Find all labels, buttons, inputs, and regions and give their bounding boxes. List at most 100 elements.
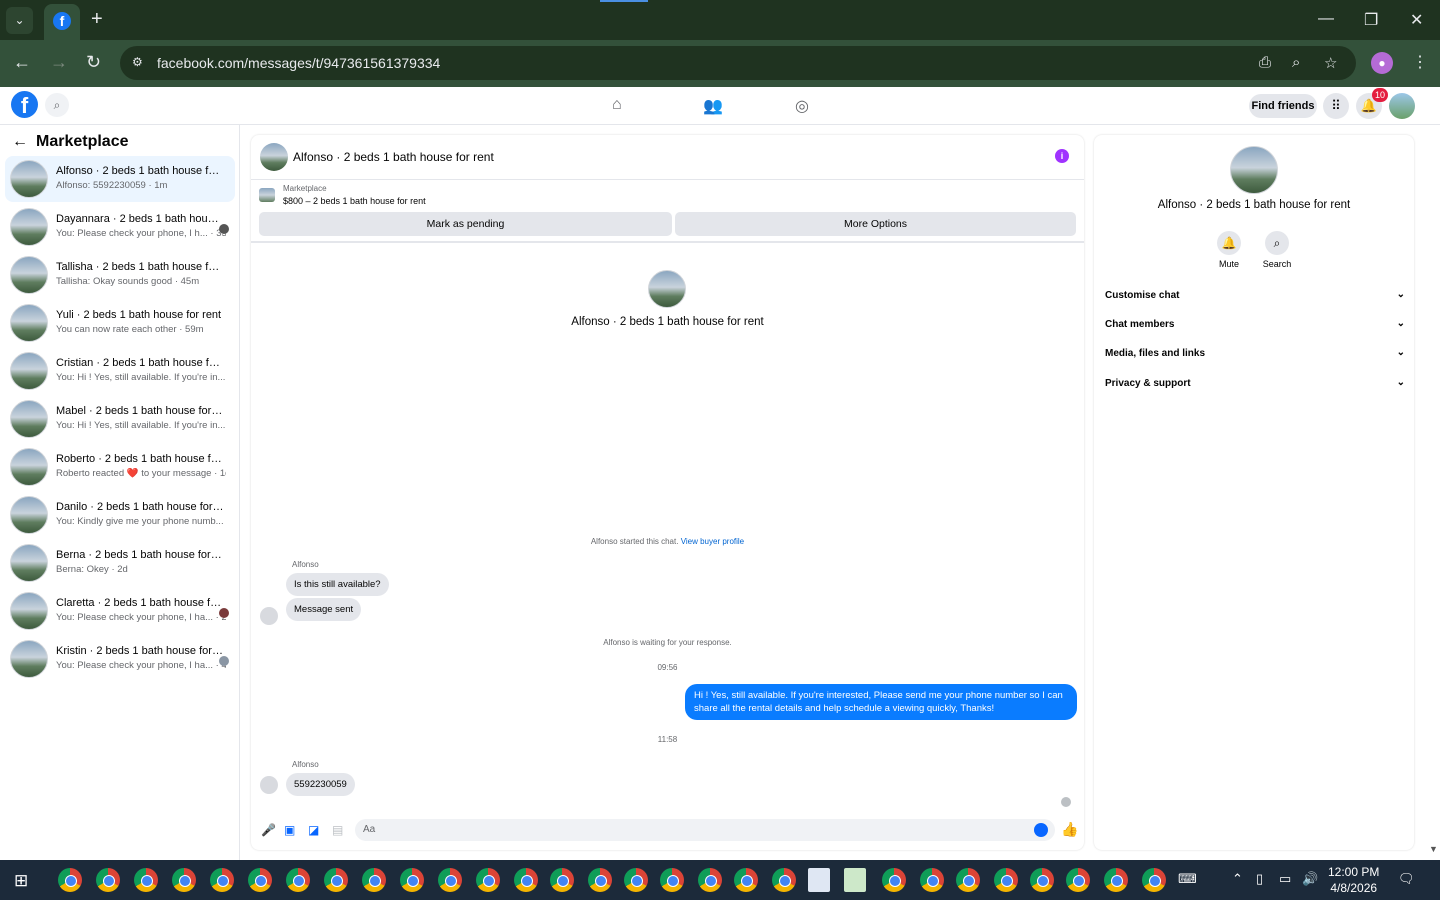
gif-icon[interactable]: ▤ bbox=[332, 823, 343, 837]
chat-title[interactable]: Alfonso · 2 beds 1 bath house for rent bbox=[293, 150, 494, 164]
zoom-icon[interactable]: ⌕ bbox=[1292, 54, 1300, 71]
more-options-button[interactable]: More Options bbox=[675, 212, 1076, 236]
conversation-item[interactable]: Roberto · 2 beds 1 bath house for r... R… bbox=[5, 444, 235, 490]
listing-price[interactable]: $800 – 2 beds 1 bath house for rent bbox=[283, 196, 426, 206]
mute-button[interactable]: 🔔 Mute bbox=[1204, 231, 1254, 269]
conversation-item[interactable]: Mabel · 2 beds 1 bath house for rent You… bbox=[5, 396, 235, 442]
restore-icon[interactable]: ❐ bbox=[1364, 10, 1378, 30]
home-icon[interactable]: ⌂ bbox=[612, 96, 622, 114]
chrome-app-icon[interactable] bbox=[1066, 868, 1090, 892]
info-icon[interactable]: i bbox=[1055, 149, 1069, 163]
chat-members-row[interactable]: Chat members ⌄ bbox=[1105, 318, 1405, 330]
chrome-app-icon[interactable] bbox=[772, 868, 796, 892]
new-tab-button[interactable]: + bbox=[91, 9, 103, 29]
search-icon[interactable]: ⌕ bbox=[45, 93, 69, 117]
bookmark-star-icon[interactable]: ☆ bbox=[1324, 54, 1337, 72]
chrome-app-icon[interactable] bbox=[58, 868, 82, 892]
friends-icon[interactable]: 👥 bbox=[703, 96, 723, 116]
chrome-app-icon[interactable] bbox=[172, 868, 196, 892]
chrome-app-icon[interactable] bbox=[210, 868, 234, 892]
scroll-down-icon[interactable]: ▼ bbox=[1429, 844, 1438, 854]
customise-chat-row[interactable]: Customise chat ⌄ bbox=[1105, 289, 1405, 301]
chrome-app-icon[interactable] bbox=[1142, 868, 1166, 892]
document-app-icon[interactable] bbox=[808, 868, 830, 892]
system-clock[interactable]: 12:00 PM 4/8/2026 bbox=[1328, 864, 1379, 896]
groups-icon[interactable]: ◎ bbox=[795, 96, 809, 116]
find-friends-button[interactable]: Find friends bbox=[1249, 94, 1317, 118]
chrome-app-icon[interactable] bbox=[1104, 868, 1128, 892]
conversation-item[interactable]: Kristin · 2 beds 1 bath house for ... Yo… bbox=[5, 636, 235, 682]
listing-thumbnail[interactable] bbox=[259, 188, 275, 202]
conversation-item[interactable]: Berna · 2 beds 1 bath house for rent Ber… bbox=[5, 540, 235, 586]
photo-icon[interactable]: ▣ bbox=[284, 823, 295, 837]
back-icon[interactable]: ← bbox=[13, 53, 31, 71]
browser-tab-facebook[interactable]: f bbox=[44, 4, 80, 40]
media-files-links-row[interactable]: Media, files and links ⌄ bbox=[1105, 347, 1405, 359]
conversation-item[interactable]: Yuli · 2 beds 1 bath house for rent You … bbox=[5, 300, 235, 346]
url-text[interactable]: facebook.com/messages/t/947361561379334 bbox=[157, 55, 440, 71]
network-icon[interactable]: ▭ bbox=[1279, 871, 1291, 887]
chrome-app-icon[interactable] bbox=[324, 868, 348, 892]
minimize-icon[interactable]: — bbox=[1318, 10, 1334, 28]
chrome-app-icon[interactable] bbox=[956, 868, 980, 892]
emoji-icon[interactable] bbox=[1034, 823, 1048, 837]
message-input[interactable]: Aa bbox=[355, 819, 1055, 841]
conversation-item[interactable]: Alfonso · 2 beds 1 bath house for r... A… bbox=[5, 156, 235, 202]
microphone-icon[interactable]: 🎤 bbox=[261, 823, 276, 837]
search-in-chat-button[interactable]: ⌕ Search bbox=[1252, 231, 1302, 269]
notification-center-icon[interactable]: 🗨 bbox=[1398, 871, 1415, 887]
conversation-item[interactable]: Claretta · 2 beds 1 bath house fo... You… bbox=[5, 588, 235, 634]
close-window-icon[interactable]: ✕ bbox=[1410, 10, 1423, 30]
chrome-app-icon[interactable] bbox=[96, 868, 120, 892]
mark-as-pending-button[interactable]: Mark as pending bbox=[259, 212, 672, 236]
outgoing-message[interactable]: Hi ! Yes, still available. If you're int… bbox=[685, 684, 1077, 720]
chrome-app-icon[interactable] bbox=[1030, 868, 1054, 892]
sender-avatar[interactable] bbox=[260, 607, 278, 625]
facebook-logo-icon[interactable]: f bbox=[11, 91, 38, 118]
chrome-app-icon[interactable] bbox=[438, 868, 462, 892]
chrome-app-icon[interactable] bbox=[920, 868, 944, 892]
tab-search-menu[interactable]: ⌄ bbox=[6, 7, 33, 34]
privacy-support-row[interactable]: Privacy & support ⌄ bbox=[1105, 377, 1405, 389]
chrome-app-icon[interactable] bbox=[660, 868, 684, 892]
chrome-app-icon[interactable] bbox=[476, 868, 500, 892]
sticker-icon[interactable]: ◪ bbox=[308, 823, 319, 837]
conversation-item[interactable]: Dayannara · 2 beds 1 bath house... You: … bbox=[5, 204, 235, 250]
conversation-item[interactable]: Danilo · 2 beds 1 bath house for rent Yo… bbox=[5, 492, 235, 538]
keyboard-icon[interactable]: ⌨ bbox=[1178, 871, 1197, 887]
browser-menu-icon[interactable]: ⋮ bbox=[1412, 52, 1428, 72]
conversation-item[interactable]: Cristian · 2 beds 1 bath house for r... … bbox=[5, 348, 235, 394]
site-settings-icon[interactable]: ⚙ bbox=[132, 55, 148, 71]
sender-avatar[interactable] bbox=[260, 776, 278, 794]
chrome-app-icon[interactable] bbox=[698, 868, 722, 892]
conversation-item[interactable]: Tallisha · 2 beds 1 bath house for r... … bbox=[5, 252, 235, 298]
install-app-icon[interactable]: ⎙ bbox=[1259, 54, 1271, 71]
chrome-app-icon[interactable] bbox=[134, 868, 158, 892]
incoming-message[interactable]: Is this still available? bbox=[286, 573, 389, 596]
incoming-message[interactable]: Message sent bbox=[286, 598, 362, 621]
view-buyer-profile-link[interactable]: View buyer profile bbox=[681, 537, 744, 546]
spreadsheet-app-icon[interactable] bbox=[844, 868, 866, 892]
chrome-app-icon[interactable] bbox=[882, 868, 906, 892]
chrome-app-icon[interactable] bbox=[734, 868, 758, 892]
back-arrow-icon[interactable]: ← bbox=[12, 133, 28, 150]
chrome-app-icon[interactable] bbox=[400, 868, 424, 892]
forward-icon[interactable]: → bbox=[50, 53, 68, 71]
chat-avatar[interactable] bbox=[260, 143, 288, 171]
account-avatar[interactable] bbox=[1389, 93, 1415, 119]
browser-profile-avatar[interactable]: ● bbox=[1371, 52, 1393, 74]
chrome-app-icon[interactable] bbox=[588, 868, 612, 892]
menu-grid-icon[interactable]: ⠿ bbox=[1323, 93, 1349, 119]
device-icon[interactable]: ▯ bbox=[1256, 871, 1263, 887]
thumbs-up-icon[interactable]: 👍 bbox=[1061, 821, 1078, 838]
reload-icon[interactable]: ↻ bbox=[86, 53, 101, 71]
incoming-message[interactable]: 5592230059 bbox=[286, 773, 355, 796]
chrome-app-icon[interactable] bbox=[514, 868, 538, 892]
chrome-app-icon[interactable] bbox=[286, 868, 310, 892]
chrome-app-icon[interactable] bbox=[362, 868, 386, 892]
chrome-app-icon[interactable] bbox=[994, 868, 1018, 892]
chrome-app-icon[interactable] bbox=[248, 868, 272, 892]
chrome-app-icon[interactable] bbox=[624, 868, 648, 892]
chrome-app-icon[interactable] bbox=[550, 868, 574, 892]
volume-icon[interactable]: 🔊 bbox=[1302, 871, 1318, 887]
